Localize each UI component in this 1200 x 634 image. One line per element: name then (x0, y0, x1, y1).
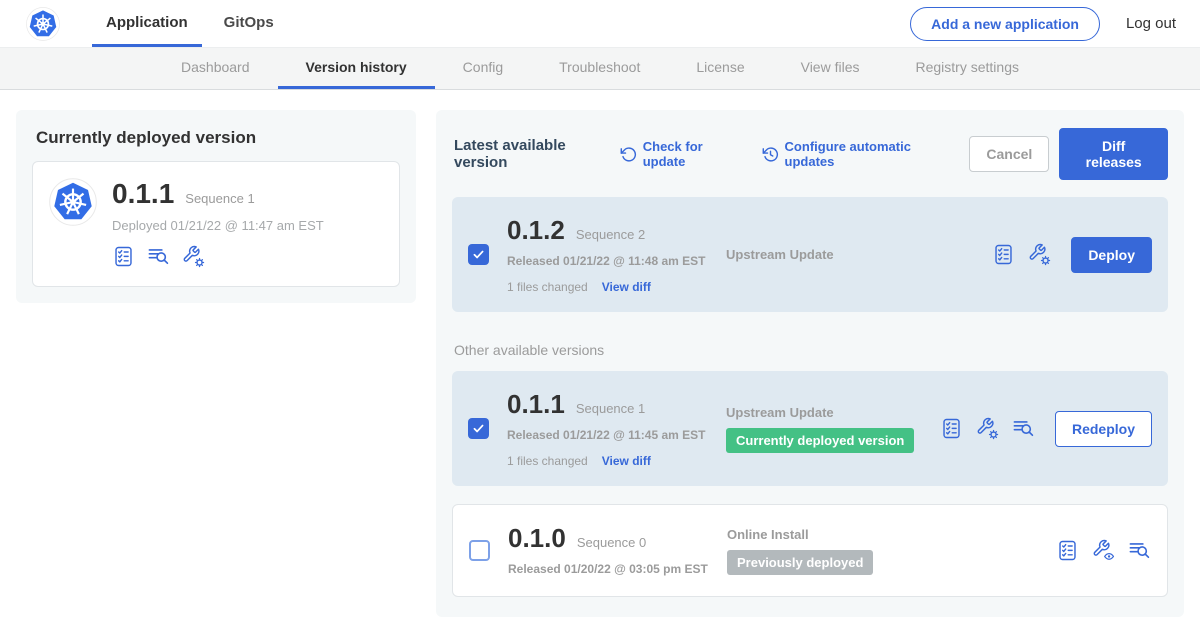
preflight-checks-button[interactable] (1056, 539, 1079, 562)
configure-automatic-updates-link[interactable]: Configure automatic updates (762, 139, 944, 169)
files-changed-label: 1 files changed (507, 454, 588, 468)
tab-gitops[interactable]: GitOps (210, 0, 288, 47)
logout-button[interactable]: Log out (1126, 15, 1176, 32)
tab-troubleshoot[interactable]: Troubleshoot (531, 48, 668, 89)
preflight-checks-button[interactable] (992, 243, 1015, 266)
top-navigation-bar: Application GitOps Add a new application… (0, 0, 1200, 48)
other-versions-title: Other available versions (454, 342, 1166, 358)
version-source: Upstream Update Currently deployed versi… (712, 405, 940, 453)
tab-dashboard[interactable]: Dashboard (153, 48, 278, 89)
preflight-checks-button[interactable] (940, 417, 963, 440)
tab-license[interactable]: License (668, 48, 772, 89)
wrench-eye-icon (1092, 539, 1115, 562)
view-logs-button[interactable] (147, 245, 170, 268)
view-diff-link[interactable]: View diff (602, 280, 651, 294)
edit-config-button[interactable] (1028, 243, 1051, 266)
kubernetes-helm-wheel-icon (49, 178, 97, 226)
checkmark-icon (472, 422, 485, 435)
version-row-0-1-2: 0.1.2 Sequence 2 Released 01/21/22 @ 11:… (452, 197, 1168, 312)
add-new-application-button[interactable]: Add a new application (910, 7, 1100, 41)
status-badge-previously-deployed: Previously deployed (727, 550, 873, 575)
source-label: Upstream Update (726, 405, 940, 420)
version-row-0-1-0: 0.1.0 Sequence 0 Released 01/20/22 @ 03:… (452, 504, 1168, 597)
version-info: 0.1.2 Sequence 2 Released 01/21/22 @ 11:… (507, 215, 712, 294)
app-icon-badge (49, 178, 97, 268)
logs-search-icon (1012, 417, 1035, 440)
view-config-button[interactable] (1092, 539, 1115, 562)
app-logo (26, 0, 60, 47)
sequence-label: Sequence 1 (576, 401, 645, 416)
clock-refresh-icon (762, 146, 779, 163)
version-select-checkbox[interactable] (468, 418, 489, 439)
version-number: 0.1.2 (507, 215, 565, 246)
released-timestamp: Released 01/21/22 @ 11:48 am EST (507, 252, 712, 270)
check-for-update-label: Check for update (643, 139, 736, 169)
checklist-icon (112, 245, 135, 268)
version-actions: Redeploy (940, 411, 1152, 447)
deployed-version-card: 0.1.1 Sequence 1 Deployed 01/21/22 @ 11:… (32, 161, 400, 287)
released-timestamp: Released 01/21/22 @ 11:45 am EST (507, 426, 712, 444)
app-tabs: Application GitOps (92, 0, 296, 47)
view-logs-button[interactable] (1128, 539, 1151, 562)
version-actions (1056, 539, 1151, 562)
wrench-gear-icon (182, 245, 205, 268)
edit-config-button[interactable] (976, 417, 999, 440)
sequence-label: Sequence 2 (576, 227, 645, 242)
version-select-checkbox[interactable] (468, 244, 489, 265)
diff-releases-button[interactable]: Diff releases (1059, 128, 1168, 180)
deployed-sequence-label: Sequence 1 (185, 191, 254, 206)
preflight-checks-button[interactable] (112, 245, 135, 268)
version-info: 0.1.0 Sequence 0 Released 01/20/22 @ 03:… (508, 523, 713, 578)
version-number: 0.1.1 (507, 389, 565, 420)
version-history-page: Currently deployed version 0.1.1 Sequenc… (0, 90, 1200, 617)
configure-updates-label: Configure automatic updates (785, 139, 944, 169)
check-for-update-link[interactable]: Check for update (620, 139, 736, 169)
deployed-version-info: 0.1.1 Sequence 1 Deployed 01/21/22 @ 11:… (112, 178, 324, 268)
kubernetes-helm-wheel-icon (26, 7, 60, 41)
view-diff-link[interactable]: View diff (602, 454, 651, 468)
checklist-icon (940, 417, 963, 440)
wrench-gear-icon (976, 417, 999, 440)
version-source: Online Install Previously deployed (713, 527, 1056, 575)
tab-version-history[interactable]: Version history (278, 48, 435, 89)
deployed-timestamp: Deployed 01/21/22 @ 11:47 am EST (112, 218, 324, 233)
checklist-icon (992, 243, 1015, 266)
source-label: Online Install (727, 527, 1056, 542)
files-changed-label: 1 files changed (507, 280, 588, 294)
version-number: 0.1.0 (508, 523, 566, 554)
cancel-button[interactable]: Cancel (969, 136, 1049, 172)
latest-version-header: Latest available version Check for updat… (452, 128, 1168, 180)
topbar-right: Add a new application Log out (910, 0, 1176, 47)
deployed-version-number: 0.1.1 (112, 178, 174, 210)
checklist-icon (1056, 539, 1079, 562)
latest-available-title: Latest available version (454, 137, 606, 171)
logs-search-icon (147, 245, 170, 268)
redeploy-button[interactable]: Redeploy (1055, 411, 1152, 447)
status-badge-currently-deployed: Currently deployed version (726, 428, 914, 453)
available-versions-panel: Latest available version Check for updat… (436, 110, 1184, 617)
edit-config-button[interactable] (182, 245, 205, 268)
sequence-label: Sequence 0 (577, 535, 646, 550)
refresh-ccw-icon (620, 146, 637, 163)
version-source: Upstream Update (712, 247, 992, 262)
version-actions: Deploy (992, 237, 1152, 273)
version-info: 0.1.1 Sequence 1 Released 01/21/22 @ 11:… (507, 389, 712, 468)
app-section-nav: Dashboard Version history Config Trouble… (0, 48, 1200, 90)
tab-view-files[interactable]: View files (773, 48, 888, 89)
tab-config[interactable]: Config (435, 48, 531, 89)
version-select-checkbox[interactable] (469, 540, 490, 561)
tab-application[interactable]: Application (92, 0, 202, 47)
currently-deployed-title: Currently deployed version (36, 128, 400, 148)
currently-deployed-panel: Currently deployed version 0.1.1 Sequenc… (16, 110, 416, 303)
released-timestamp: Released 01/20/22 @ 03:05 pm EST (508, 560, 713, 578)
view-logs-button[interactable] (1012, 417, 1035, 440)
logs-search-icon (1128, 539, 1151, 562)
source-label: Upstream Update (726, 247, 992, 262)
version-row-0-1-1: 0.1.1 Sequence 1 Released 01/21/22 @ 11:… (452, 371, 1168, 486)
tab-registry-settings[interactable]: Registry settings (888, 48, 1047, 89)
deployed-version-actions (112, 245, 324, 268)
checkmark-icon (472, 248, 485, 261)
deploy-button[interactable]: Deploy (1071, 237, 1152, 273)
wrench-gear-icon (1028, 243, 1051, 266)
